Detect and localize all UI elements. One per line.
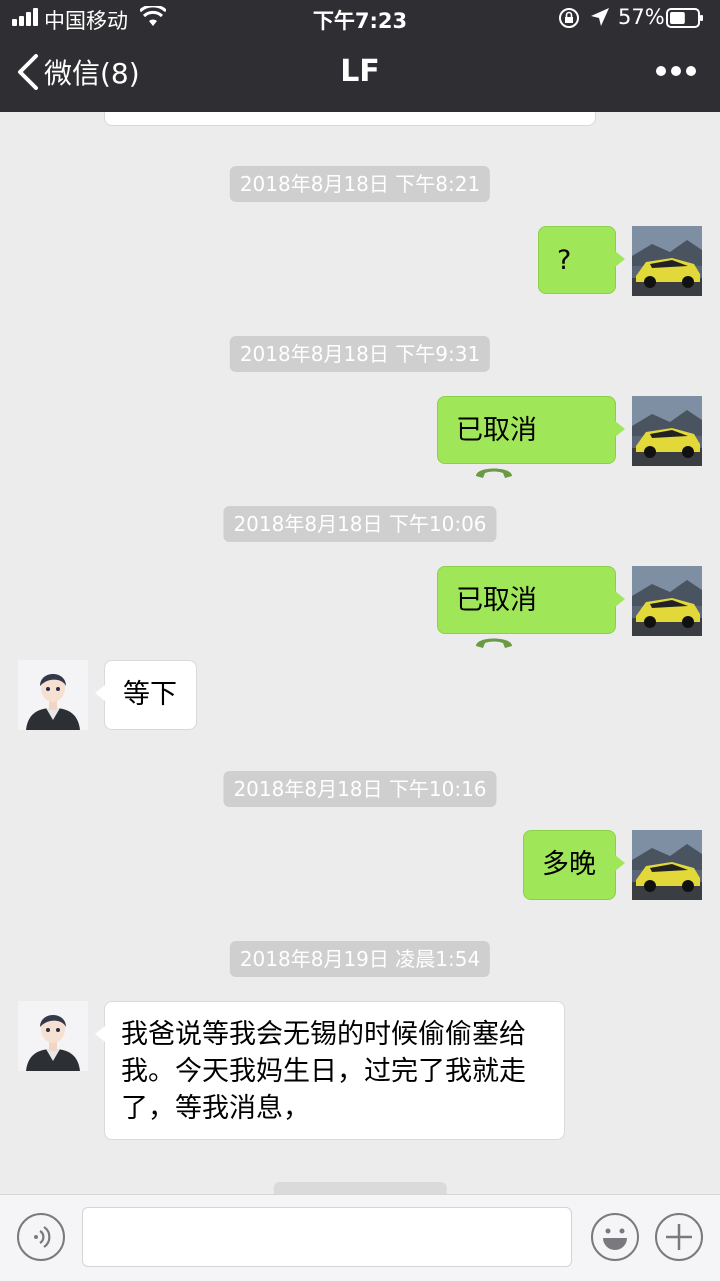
call-status-text: 已取消 [456, 415, 537, 446]
message-text: 等下 [123, 679, 177, 710]
contact-message-bubble[interactable]: 等下 [95, 660, 197, 730]
car-avatar-image [632, 396, 702, 466]
my-message-bubble[interactable]: 多晚 [523, 830, 625, 900]
location-icon [591, 8, 609, 26]
message-text: 多晚 [542, 849, 596, 880]
car-avatar-image [632, 226, 702, 296]
my-message-bubble[interactable]: ? [538, 226, 625, 294]
chat-area: 2018年8月18日 下午8:21 ? 2018年8月18日 下午9:31 已取… [0, 112, 720, 1194]
car-avatar-image [632, 830, 702, 900]
status-bar: 中国移动 下午7:23 57% [0, 0, 720, 36]
my-call-bubble[interactable]: 已取消 [437, 566, 625, 648]
my-call-bubble[interactable]: 已取消 [437, 396, 625, 478]
boy-avatar-image [18, 1001, 88, 1071]
status-time: 下午7:23 [312, 9, 408, 33]
timestamp: 2018年8月18日 下午10:16 [223, 771, 497, 807]
my-avatar[interactable] [632, 830, 702, 900]
input-bar [0, 1194, 720, 1281]
timestamp: 2018年8月18日 下午10:06 [223, 506, 497, 542]
timestamp-partial [273, 1182, 447, 1194]
previous-message-bubble [104, 112, 596, 126]
contact-avatar[interactable] [18, 1001, 88, 1071]
call-status-text: 已取消 [456, 585, 537, 616]
rotation-lock-icon [559, 8, 579, 28]
contact-message-bubble[interactable]: 我爸说等我会无锡的时候偷偷塞给我。今天我妈生日，过完了我就走了，等我消息， [95, 1001, 565, 1140]
battery-percent: 57% [618, 5, 665, 29]
more-button[interactable] [656, 66, 696, 78]
message-input[interactable] [82, 1207, 572, 1267]
emoji-button[interactable] [590, 1212, 640, 1262]
message-text: 我爸说等我会无锡的时候偷偷塞给我。今天我妈生日，过完了我就走了，等我消息， [121, 1019, 526, 1124]
more-actions-button[interactable] [654, 1212, 704, 1262]
message-text: ? [557, 245, 572, 276]
battery-icon [666, 8, 703, 28]
boy-avatar-image [18, 660, 88, 730]
timestamp: 2018年8月18日 下午8:21 [229, 166, 491, 202]
my-avatar[interactable] [632, 396, 702, 466]
contact-avatar[interactable] [18, 660, 88, 730]
top-bar: 中国移动 下午7:23 57% 微信(8) LF [0, 0, 720, 112]
timestamp: 2018年8月18日 下午9:31 [229, 336, 491, 372]
my-avatar[interactable] [632, 566, 702, 636]
chat-title: LF [340, 54, 380, 89]
phone-handset-icon [476, 638, 512, 648]
timestamp: 2018年8月19日 凌晨1:54 [229, 941, 491, 977]
car-avatar-image [632, 566, 702, 636]
voice-input-button[interactable] [16, 1212, 66, 1262]
my-avatar[interactable] [632, 226, 702, 296]
phone-handset-icon [476, 468, 512, 478]
nav-bar: 微信(8) LF [0, 36, 720, 112]
